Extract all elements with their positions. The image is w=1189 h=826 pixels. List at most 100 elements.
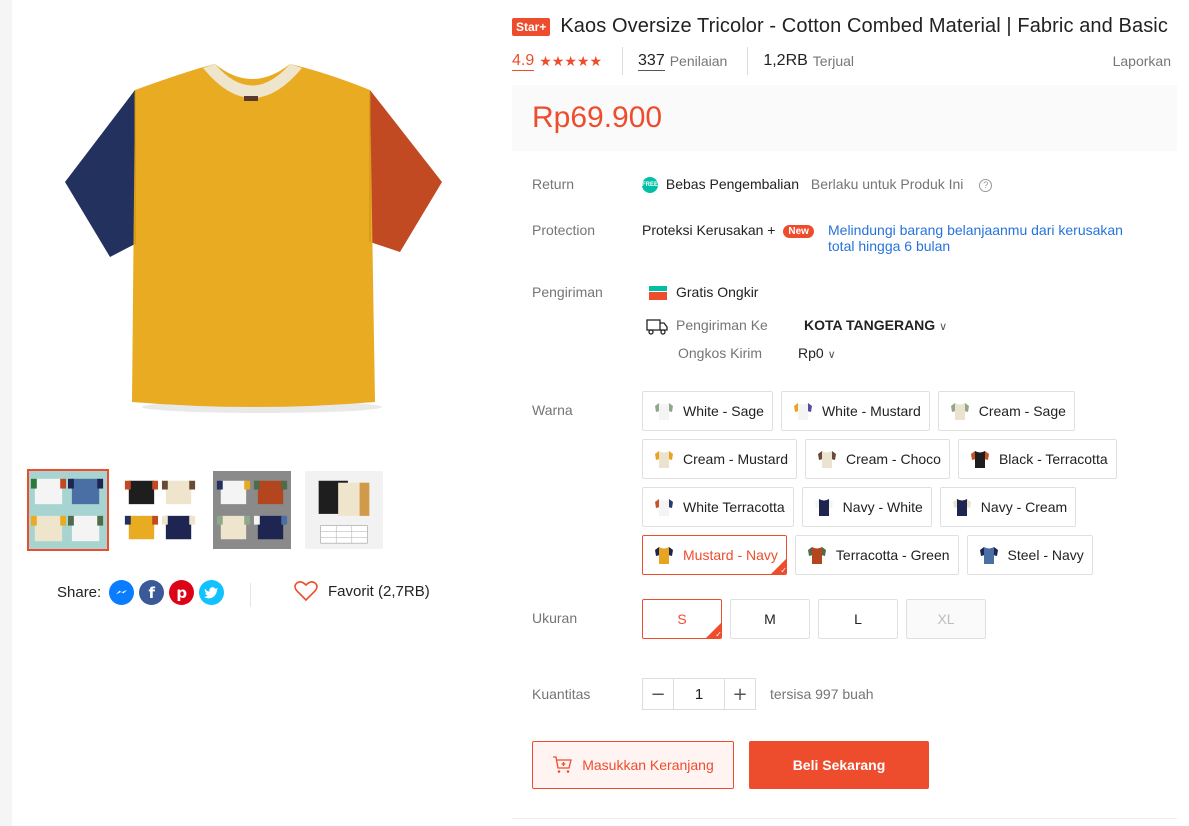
pinterest-icon[interactable]: p <box>169 580 195 605</box>
add-to-cart-label: Masukkan Keranjang <box>582 757 714 773</box>
truck-icon <box>646 319 668 335</box>
size-option[interactable]: L <box>818 599 898 639</box>
variant-tshirt-icon <box>952 499 971 516</box>
free-shipping-text: Gratis Ongkir <box>676 284 759 300</box>
variant-option-label: Mustard - Navy <box>683 547 778 563</box>
favorite-label: Favorit (2,7RB) <box>328 582 430 600</box>
variant-option[interactable]: Navy - Cream <box>939 487 1077 527</box>
return-value-row: FREE Bebas Pengembalian Berlaku untuk Pr… <box>642 176 993 194</box>
variant-option-label: Steel - Navy <box>1007 547 1084 563</box>
reviews-count[interactable]: 337 <box>638 52 665 71</box>
help-icon[interactable]: ? <box>979 178 993 192</box>
section-divider <box>512 818 1177 819</box>
variant-option[interactable]: Navy - White <box>801 487 932 527</box>
quantity-stepper: − 1 + <box>642 678 756 710</box>
size-option[interactable]: M <box>730 599 810 639</box>
thumbnail-list <box>27 469 385 551</box>
variant-option[interactable]: Cream - Sage <box>937 391 1075 431</box>
variant-tshirt-icon <box>655 451 673 468</box>
protection-value-row: Proteksi Kerusakan + New <box>642 222 814 238</box>
stock-info: tersisa 997 buah <box>770 686 874 702</box>
shipping-to-row: Pengiriman Ke <box>646 317 768 335</box>
buy-now-button[interactable]: Beli Sekarang <box>749 741 929 789</box>
product-stats: 4.9 ★★★★★ 337 Penilaian 1,2RB Terjual La… <box>512 47 1171 75</box>
variant-option-label: White - Sage <box>683 403 764 419</box>
variant-option-label: Terracotta - Green <box>835 547 950 563</box>
add-to-cart-button[interactable]: Masukkan Keranjang <box>532 741 734 789</box>
variant-tshirt-icon <box>818 451 837 468</box>
new-badge: New <box>783 224 814 238</box>
variant-row: White Terracotta Navy - White Navy - Cream <box>642 487 1122 527</box>
stats-divider <box>747 47 749 75</box>
starplus-badge: Star+ <box>512 17 551 36</box>
variant-option[interactable]: Black - Terracotta <box>957 439 1117 479</box>
product-price: Rp69.900 <box>532 101 663 134</box>
thumbnail-2[interactable] <box>119 469 201 551</box>
share-row: Share: f p <box>57 580 225 605</box>
reviews-label: Penilaian <box>669 53 728 69</box>
return-label: Return <box>532 176 575 192</box>
rating-stars-icon: ★★★★★ <box>539 52 603 69</box>
main-product-image[interactable] <box>40 32 480 432</box>
free-return-icon: FREE <box>642 177 658 194</box>
shipping-cost-select[interactable]: Rp0 ∨ <box>798 345 836 361</box>
facebook-icon[interactable]: f <box>139 580 165 605</box>
variant-option-label: Cream - Mustard <box>683 451 789 467</box>
share-divider <box>250 583 251 607</box>
variant-option[interactable]: Mustard - Navy <box>642 535 787 575</box>
title-row: Star+ Kaos Oversize Tricolor - Cotton Co… <box>512 15 1168 38</box>
messenger-icon[interactable] <box>109 580 135 605</box>
variant-option-label: White - Mustard <box>821 403 921 419</box>
shipping-destination-select[interactable]: KOTA TANGERANG ∨ <box>804 317 947 333</box>
chevron-down-icon: ∨ <box>939 320 948 333</box>
report-link[interactable]: Laporkan <box>1113 53 1171 69</box>
product-title: Kaos Oversize Tricolor - Cotton Combed M… <box>560 15 1168 37</box>
sold-label: Terjual <box>812 53 855 69</box>
return-note: Berlaku untuk Produk Ini <box>810 176 964 192</box>
rating-value[interactable]: 4.9 <box>512 52 535 71</box>
thumbnail-4[interactable] <box>303 469 385 551</box>
variant-option-label: Navy - Cream <box>980 499 1068 515</box>
variant-options: White - Sage White - Mustard Cream - Sage C… <box>642 391 1122 583</box>
share-label: Share: <box>57 584 102 601</box>
quantity-increase-button[interactable]: + <box>724 678 756 710</box>
variant-row: Mustard - Navy Terracotta - Green Steel - … <box>642 535 1122 575</box>
variant-option-label: Black - Terracotta <box>998 451 1108 467</box>
quantity-input[interactable]: 1 <box>674 678 724 710</box>
variant-option[interactable]: White - Mustard <box>780 391 930 431</box>
product-page: Share: f p Favorit (2,7RB) Star+ Kaos Ov… <box>12 0 1189 826</box>
variant-option[interactable]: Terracotta - Green <box>794 535 959 575</box>
variant-option[interactable]: White - Sage <box>642 391 773 431</box>
protection-info-line2: total hingga 6 bulan <box>828 238 951 254</box>
variant-tshirt-icon <box>979 547 998 564</box>
heart-icon <box>294 581 318 602</box>
chevron-down-icon: ∨ <box>827 348 836 361</box>
thumbnail-3[interactable] <box>211 469 293 551</box>
variant-option[interactable]: White Terracotta <box>642 487 794 527</box>
variant-row: White - Sage White - Mustard Cream - Sage <box>642 391 1122 431</box>
size-option[interactable]: S <box>642 599 722 639</box>
variant-row: Cream - Mustard Cream - Choco Black - Terr… <box>642 439 1122 479</box>
shipping-destination: KOTA TANGERANG <box>804 317 936 333</box>
thumbnail-1[interactable] <box>27 469 109 551</box>
favorite-button[interactable]: Favorit (2,7RB) <box>294 580 430 602</box>
variant-tshirt-icon <box>793 403 812 420</box>
variant-tshirt-icon <box>655 547 673 564</box>
return-value: Bebas Pengembalian <box>665 176 799 192</box>
size-option: XL <box>906 599 986 639</box>
quantity-label: Kuantitas <box>532 686 591 702</box>
size-label: Ukuran <box>532 610 578 626</box>
variant-option-label: Cream - Sage <box>978 403 1066 419</box>
quantity-decrease-button[interactable]: − <box>642 678 674 710</box>
protection-info-line1: Melindungi barang belanjaanmu dari kerus… <box>828 222 1123 238</box>
selected-check-icon <box>706 623 721 638</box>
twitter-icon[interactable] <box>199 580 225 605</box>
variant-option[interactable]: Cream - Choco <box>805 439 950 479</box>
variant-tshirt-icon <box>807 547 826 564</box>
variant-tshirt-icon <box>655 403 673 420</box>
variant-option[interactable]: Steel - Navy <box>966 535 1093 575</box>
shipping-label: Pengiriman <box>532 284 603 300</box>
variant-option[interactable]: Cream - Mustard <box>642 439 798 479</box>
free-shipping-row: Gratis Ongkir <box>648 284 758 302</box>
protection-info-link[interactable]: Melindungi barang belanjaanmu dari kerus… <box>828 222 1123 254</box>
